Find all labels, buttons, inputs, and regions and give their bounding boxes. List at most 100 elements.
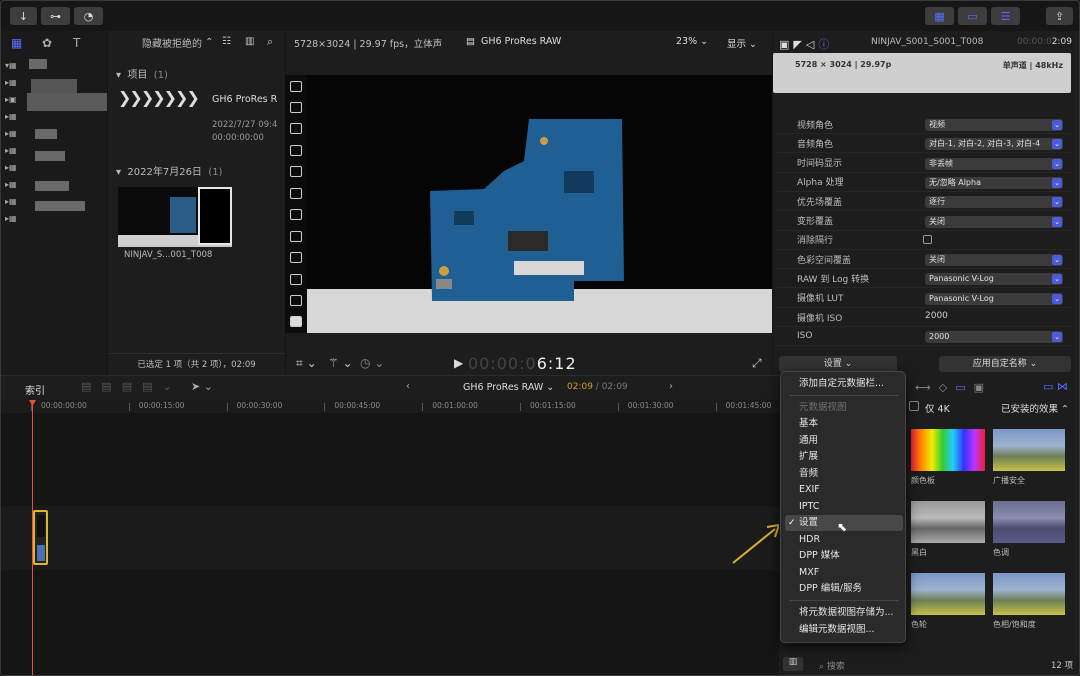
- menu-item-label: MXF: [799, 567, 820, 578]
- setting-row: 摄像机 ISO: [777, 308, 1071, 327]
- keyword-button[interactable]: ⊶: [41, 7, 70, 25]
- menu-item-label: 设置: [799, 517, 819, 528]
- crop-icon[interactable]: ⌗ ⌄: [296, 356, 317, 371]
- clip-time: 2:09: [1051, 37, 1072, 47]
- project-title[interactable]: GH6 ProRes RAW ⌄: [463, 382, 554, 393]
- menu-item[interactable]: EXIF: [785, 482, 903, 498]
- effect-label: 色调: [993, 548, 1009, 557]
- timeline-clip[interactable]: [33, 510, 48, 565]
- viewer-codec[interactable]: ▤ GH6 ProRes RAW: [466, 36, 561, 47]
- menu-item[interactable]: DPP 编辑/服务: [785, 581, 903, 597]
- effect-thumb-tint[interactable]: [993, 501, 1065, 543]
- menu-item[interactable]: 扩展: [785, 449, 903, 465]
- playhead[interactable]: [32, 401, 33, 675]
- effects-browser-icon[interactable]: ▭ ⋈: [1043, 380, 1068, 393]
- menu-item[interactable]: 基本: [785, 416, 903, 432]
- clip-thumbnail[interactable]: [118, 187, 232, 247]
- menu-item[interactable]: DPP 媒体: [785, 548, 903, 564]
- setting-label: 变形覆盖: [797, 217, 834, 227]
- history-forward-icon[interactable]: ›: [669, 381, 673, 392]
- index-button[interactable]: 索引: [25, 382, 45, 397]
- effect-thumb-bw[interactable]: [911, 501, 985, 543]
- list-view-icon[interactable]: ☷: [222, 36, 231, 47]
- timeline-toggle-button[interactable]: ▭: [958, 7, 987, 25]
- menu-item-label: 通用: [799, 435, 819, 446]
- setting-select[interactable]: 非丢帧 ⌄: [925, 157, 1063, 170]
- project-thumbnail-icon[interactable]: ❯❯❯❯❯❯❯: [118, 88, 208, 108]
- ruler-tick-label: 00:00:30:00: [236, 401, 283, 410]
- background-tasks-button[interactable]: ◔: [74, 7, 103, 25]
- play-icon[interactable]: ▶: [454, 356, 463, 370]
- fullscreen-icon[interactable]: ⤢: [752, 356, 762, 371]
- search-icon[interactable]: ⌕: [267, 35, 273, 49]
- filmstrip-icon[interactable]: ▥: [245, 36, 254, 47]
- date-section-header[interactable]: ▾ 2022年7月26日 (1): [116, 163, 222, 178]
- libraries-icon[interactable]: ▦: [11, 36, 22, 50]
- speed-icon[interactable]: ◷ ⌄: [360, 356, 384, 370]
- effect-thumb-huesat[interactable]: [993, 573, 1065, 615]
- only4k-checkbox[interactable]: [909, 401, 919, 411]
- browser-toggle-button[interactable]: ▦: [925, 7, 954, 25]
- effects-toolbar-icons[interactable]: ⟷◇▭▣: [915, 381, 992, 394]
- inspector-toggle-button[interactable]: ☰: [991, 7, 1020, 25]
- menu-item[interactable]: MXF: [785, 565, 903, 581]
- project-section-header[interactable]: ▾ 项目 (1): [116, 66, 168, 81]
- magic-wand-icon[interactable]: ⚚ ⌄: [328, 356, 353, 370]
- timeline-ruler[interactable]: 00:00:00:00 00:00:15:00 00:00:30:00 00:00:4…: [1, 399, 779, 413]
- zoom-popup[interactable]: 23% ⌄: [676, 36, 708, 47]
- import-button[interactable]: ↓: [10, 7, 37, 25]
- chevron-icon: ⌄: [1052, 216, 1062, 227]
- ruler-tick-label: 00:01:00:00: [432, 401, 478, 410]
- setting-value: 视频: [929, 120, 945, 129]
- menu-item[interactable]: 将元数据视图存储为...: [785, 605, 903, 621]
- setting-label: 消除隔行: [797, 236, 834, 247]
- timecode-display[interactable]: 00:00:06:12: [468, 354, 577, 373]
- library-tree[interactable]: ▾▦ ▸▦ ▸▣ ▸▦ ▸▦ ▸▦ ▸▦ ▸▦ ▸▦ ▸▦: [5, 57, 17, 227]
- setting-checkbox[interactable]: [923, 234, 932, 244]
- effect-thumb-colorwheel[interactable]: [911, 573, 985, 615]
- settings-popup-button[interactable]: 设置 ⌄: [779, 356, 897, 372]
- viewer-canvas[interactable]: [286, 75, 772, 333]
- timeline-toolbar: 索引 ▤▤▤▤⌄ ➤ ⌄ ‹ GH6 ProRes RAW ⌄ 02:09 / …: [1, 375, 779, 399]
- menu-item-label: DPP 媒体: [799, 550, 840, 561]
- edit-tools[interactable]: ▤▤▤▤⌄: [81, 380, 182, 393]
- menu-item[interactable]: 音频: [785, 466, 903, 482]
- timeline-area[interactable]: [1, 413, 779, 675]
- display-popup[interactable]: 显示 ⌄: [727, 36, 757, 50]
- project-name[interactable]: GH6 ProRes R: [212, 94, 277, 105]
- setting-select[interactable]: 2000 ⌄: [925, 331, 1063, 344]
- history-back-icon[interactable]: ‹: [406, 381, 410, 392]
- menu-item[interactable]: 添加自定元数据栏...: [785, 376, 903, 392]
- effect-thumb-colorboard[interactable]: [911, 429, 985, 471]
- ruler-tick: [324, 403, 326, 411]
- effect-label: 色轮: [911, 620, 927, 629]
- setting-select[interactable]: 视频 ⌄: [925, 119, 1063, 131]
- photos-icon[interactable]: ✿: [42, 36, 52, 50]
- menu-item[interactable]: 通用: [785, 433, 903, 449]
- titles-icon[interactable]: T: [73, 36, 80, 50]
- setting-select[interactable]: 关闭 ⌄: [925, 215, 1063, 228]
- chevron-icon: ⌄: [1052, 274, 1062, 285]
- filter-label: 隐藏被拒绝的: [142, 38, 202, 50]
- timeline-icon: ▭: [967, 9, 978, 23]
- info-icon[interactable]: ⓘ: [818, 38, 833, 51]
- setting-select[interactable]: 无/忽略 Alpha ⌄: [925, 176, 1063, 189]
- effect-thumb-broadcast[interactable]: [993, 429, 1065, 471]
- sidebar-toggle-icon[interactable]: ▥: [783, 657, 803, 671]
- setting-select[interactable]: Panasonic V-Log ⌄: [925, 292, 1063, 305]
- installed-effects-popup[interactable]: 已安装的效果 ⌃: [1001, 401, 1069, 415]
- effects-search-field[interactable]: ⌕ 搜索: [819, 659, 845, 672]
- inspector-tabs[interactable]: ▣◤◁ⓘ: [779, 36, 833, 52]
- setting-select[interactable]: Panasonic V-Log ⌄: [925, 273, 1063, 286]
- filter-popup[interactable]: 隐藏被拒绝的 ⌃: [142, 31, 282, 53]
- ruler-tick-label: 00:00:45:00: [334, 401, 381, 410]
- share-button[interactable]: ⇪: [1046, 7, 1073, 25]
- menu-item[interactable]: HDR: [785, 532, 903, 548]
- setting-select[interactable]: 对白-1, 对白-2, 对白-3, 对白-4 ⌄: [925, 138, 1063, 151]
- select-tool-icon[interactable]: ➤ ⌄: [191, 380, 213, 393]
- setting-select[interactable]: 关闭 ⌄: [925, 254, 1063, 267]
- menu-item[interactable]: 编辑元数据视图...: [785, 622, 903, 638]
- apply-custom-name-button[interactable]: 应用自定名称 ⌄: [939, 356, 1071, 372]
- setting-select[interactable]: 逐行 ⌄: [925, 196, 1063, 209]
- menu-item[interactable]: IPTC: [785, 499, 903, 515]
